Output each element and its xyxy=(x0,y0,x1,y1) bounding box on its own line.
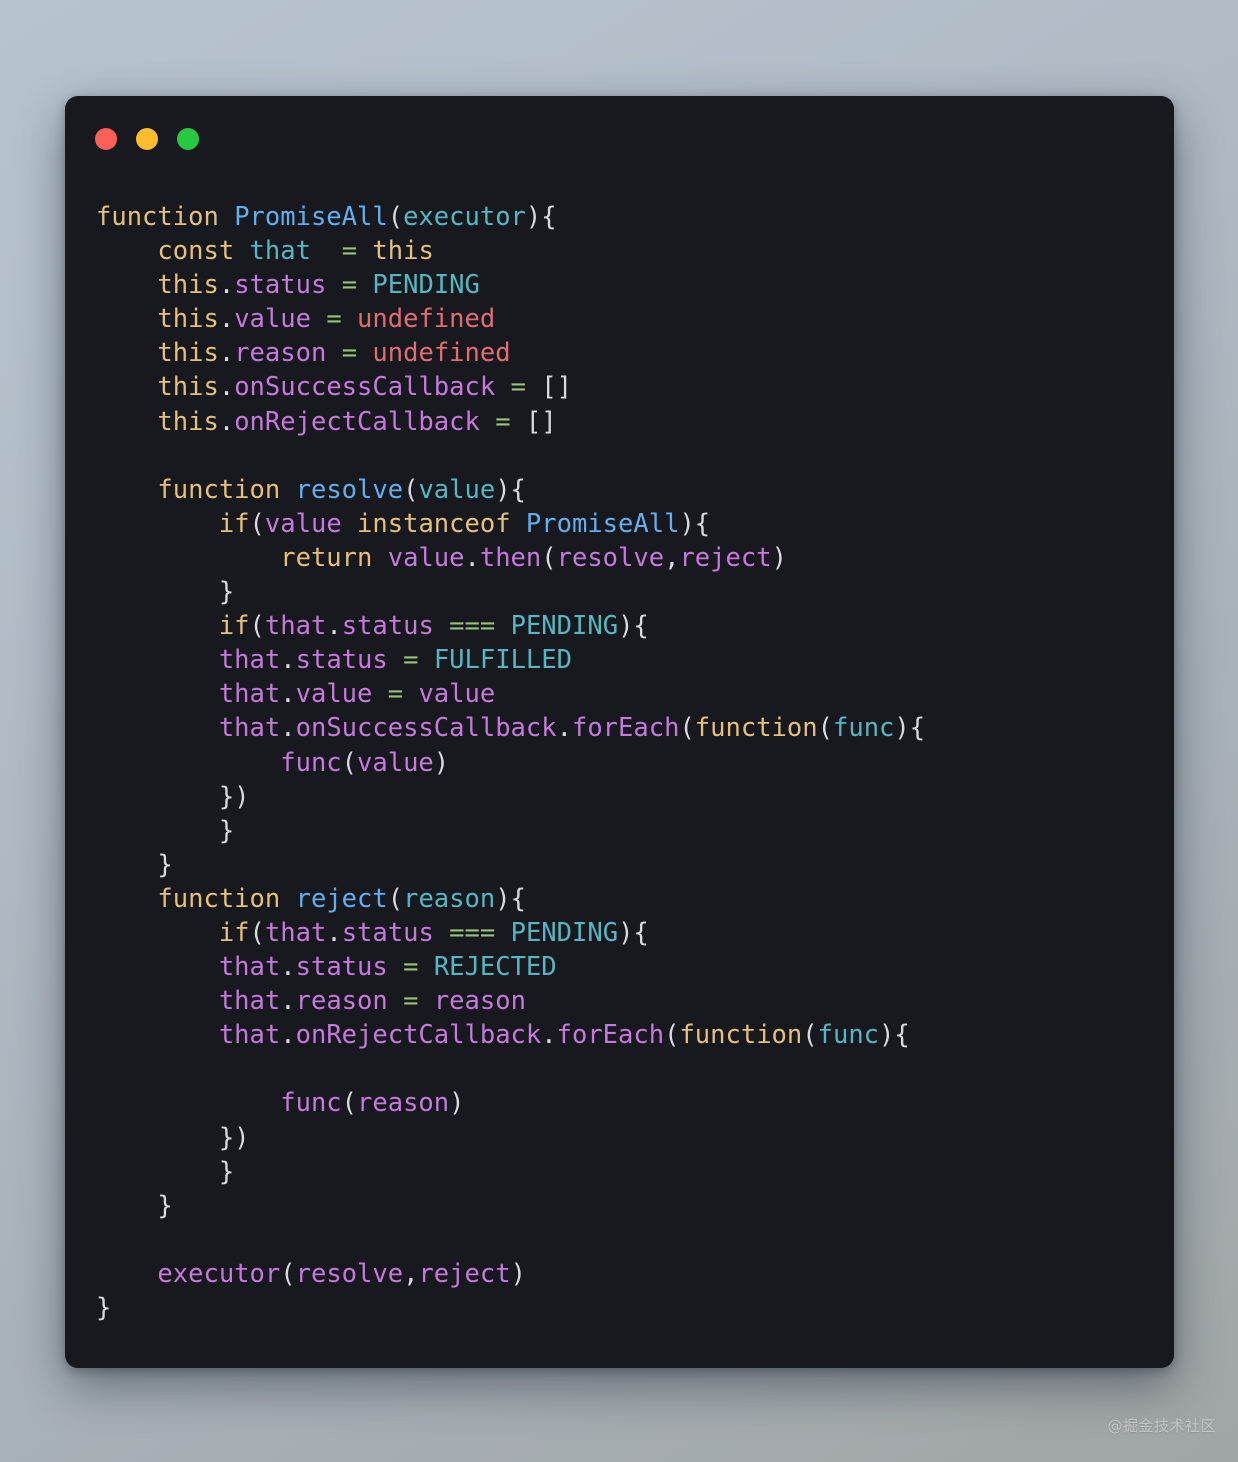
code-editor-window: function PromiseAll(executor){ const tha… xyxy=(65,96,1174,1368)
maximize-button[interactable] xyxy=(177,128,199,150)
source-code[interactable]: function PromiseAll(executor){ const tha… xyxy=(96,200,1174,1325)
watermark-label: @掘金技术社区 xyxy=(1107,1417,1216,1435)
minimize-button[interactable] xyxy=(136,128,158,150)
close-button[interactable] xyxy=(95,128,117,150)
code-content-area[interactable]: function PromiseAll(executor){ const tha… xyxy=(65,182,1174,1368)
window-titlebar xyxy=(65,96,1174,182)
